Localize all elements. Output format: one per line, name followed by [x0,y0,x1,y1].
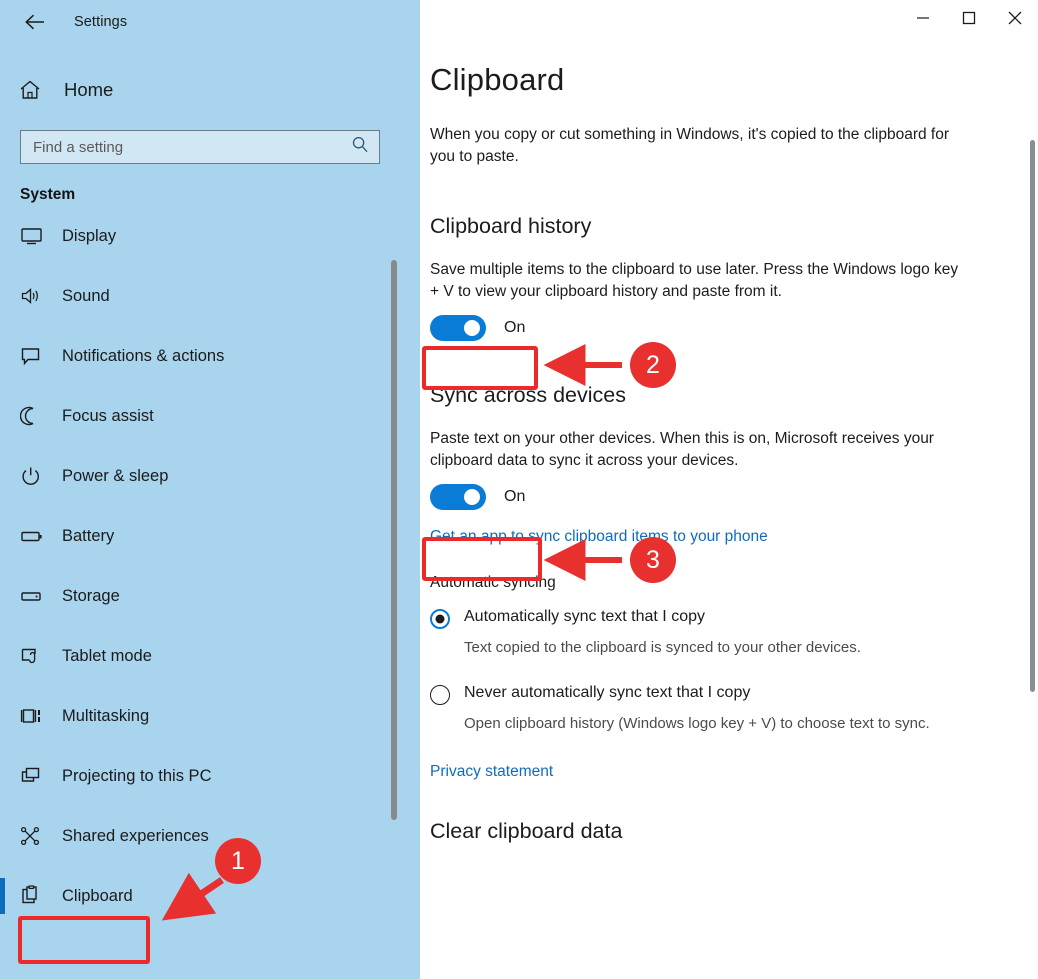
speaker-icon [20,286,50,306]
clipboard-history-description: Save multiple items to the clipboard to … [430,261,959,300]
back-arrow-icon[interactable] [18,7,52,37]
radio-option-never-sync[interactable]: Never automatically sync text that I cop… [430,684,1038,706]
clipboard-intro-text: When you copy or cut something in Window… [430,126,950,165]
sidebar-nav-list: Display Sound Notifications & actions Fo… [0,216,420,916]
app-title: Settings [74,14,128,30]
clipboard-icon [20,885,50,907]
sidebar-scrollbar[interactable] [391,260,397,820]
share-nodes-icon [20,826,50,846]
sidebar-item-shared-experiences[interactable]: Shared experiences [16,816,420,856]
sidebar-item-power-sleep[interactable]: Power & sleep [16,456,420,496]
chat-bubble-icon [20,346,50,366]
search-input[interactable] [21,131,379,163]
battery-icon [20,526,50,546]
clipboard-history-toggle-state: On [504,319,526,336]
sidebar-item-battery[interactable]: Battery [16,516,420,556]
sidebar-item-label: Notifications & actions [62,346,225,365]
window-controls [900,0,1038,36]
settings-window: Settings Home System [0,0,1038,979]
sidebar: Settings Home System [0,0,420,979]
sidebar-item-multitasking[interactable]: Multitasking [16,696,420,736]
sidebar-item-notifications-actions[interactable]: Notifications & actions [16,336,420,376]
radio-label: Never automatically sync text that I cop… [464,684,751,702]
moon-icon [20,406,50,426]
clipboard-history-toggle-row: On [430,315,525,341]
radio-description: Open clipboard history (Windows logo key… [464,715,930,733]
power-icon [20,466,50,486]
selected-indicator [0,878,5,914]
home-label: Home [64,79,114,100]
clipboard-history-heading: Clipboard history [430,214,592,238]
home-icon [18,79,52,101]
sidebar-item-projecting-to-this-pc[interactable]: Projecting to this PC [16,756,420,796]
sidebar-item-label: Tablet mode [62,646,152,665]
sidebar-item-storage[interactable]: Storage [16,576,420,616]
sidebar-item-label: Multitasking [62,706,150,725]
sidebar-section-title: System [20,186,76,203]
sidebar-item-display[interactable]: Display [16,216,420,256]
drive-icon [20,586,50,606]
sidebar-item-clipboard[interactable]: Clipboard [0,876,420,916]
maximize-button[interactable] [946,0,992,36]
sidebar-item-label: Clipboard [62,886,133,905]
close-button[interactable] [992,0,1038,36]
toggle-knob [464,489,480,505]
main-scrollbar[interactable] [1030,140,1035,692]
sync-across-devices-toggle-row: On [430,484,525,510]
sidebar-item-label: Projecting to this PC [62,766,212,785]
main-pane: Clipboard When you copy or cut something… [420,0,1038,979]
sidebar-item-label: Battery [62,526,115,545]
sidebar-item-focus-assist[interactable]: Focus assist [16,396,420,436]
monitor-icon [20,226,50,246]
minimize-button[interactable] [900,0,946,36]
toggle-knob [464,320,480,336]
sidebar-item-sound[interactable]: Sound [16,276,420,316]
titlebar: Settings [0,0,420,44]
sync-across-devices-toggle-state: On [504,488,526,505]
sidebar-item-tablet-mode[interactable]: Tablet mode [16,636,420,676]
search-box[interactable] [20,130,380,164]
sidebar-item-label: Display [62,226,117,245]
get-app-sync-link[interactable]: Get an app to sync clipboard items to yo… [430,528,768,546]
page-title: Clipboard [430,62,565,97]
sidebar-item-label: Power & sleep [62,466,169,485]
radio-label: Automatically sync text that I copy [464,608,705,625]
clipboard-history-toggle[interactable] [430,315,486,341]
settings-content: Clipboard When you copy or cut something… [420,0,1038,844]
sync-across-devices-description: Paste text on your other devices. When t… [430,430,934,469]
radio-button[interactable] [430,609,450,629]
sidebar-item-label: Focus assist [62,406,154,425]
automatic-syncing-label: Automatic syncing [430,574,556,591]
sidebar-item-label: Shared experiences [62,826,209,845]
radio-option-automatic-sync[interactable]: Automatically sync text that I copy [430,608,1038,629]
clear-clipboard-data-heading: Clear clipboard data [430,818,623,843]
radio-description: Text copied to the clipboard is synced t… [464,639,861,656]
multitasking-icon [20,706,50,726]
privacy-statement-link[interactable]: Privacy statement [430,763,553,781]
sidebar-item-label: Storage [62,586,120,605]
sidebar-item-label: Sound [62,286,110,305]
sidebar-item-home[interactable]: Home [0,70,420,110]
project-screen-icon [20,766,50,786]
sync-across-devices-toggle[interactable] [430,484,486,510]
tablet-icon [20,646,50,666]
sync-across-devices-heading: Sync across devices [430,383,626,407]
radio-button[interactable] [430,685,450,706]
